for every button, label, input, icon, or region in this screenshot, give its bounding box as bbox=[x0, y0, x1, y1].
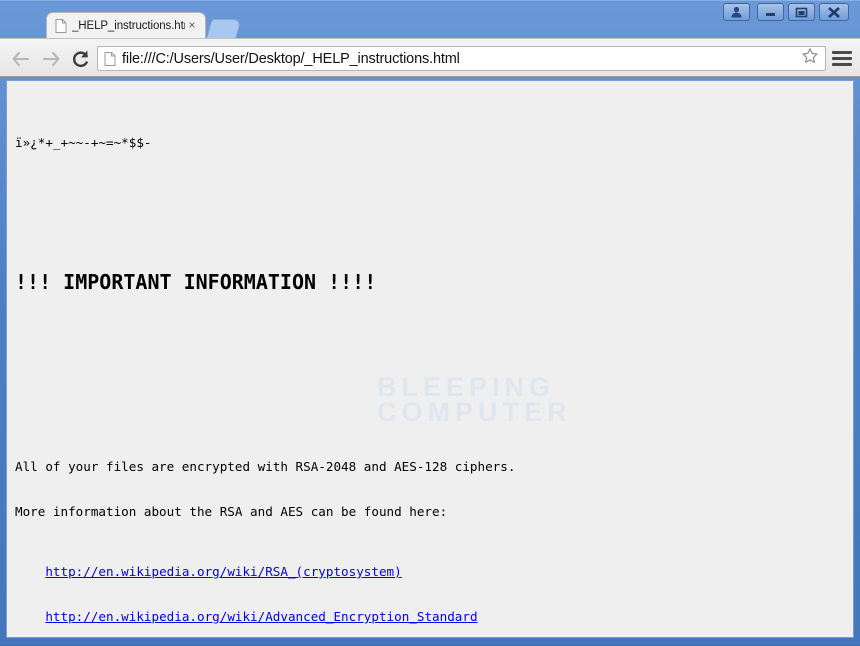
ransom-note-content: ï»¿*+_+~~-+~=~*$$- !!! IMPORTANT INFORMA… bbox=[7, 81, 853, 637]
address-bar[interactable]: file:///C:/Users/User/Desktop/_HELP_inst… bbox=[97, 46, 826, 71]
wiki-link-rsa-row: http://en.wikipedia.org/wiki/RSA_(crypto… bbox=[15, 564, 853, 579]
new-tab-button[interactable] bbox=[206, 19, 242, 38]
browser-tab[interactable]: _HELP_instructions.html × bbox=[46, 12, 206, 38]
tab-close-icon[interactable]: × bbox=[185, 18, 199, 33]
bookmark-star-icon[interactable] bbox=[801, 47, 819, 70]
mojibake-top: ï»¿*+_+~~-+~=~*$$- bbox=[15, 135, 152, 150]
minimize-button[interactable] bbox=[757, 3, 784, 21]
browser-window: _HELP_instructions.html × file:///C:/Use… bbox=[0, 0, 860, 645]
page-viewport: BLEEPING COMPUTER ï»¿*+_+~~-+~=~*$$- !!!… bbox=[6, 80, 854, 638]
address-bar-text[interactable]: file:///C:/Users/User/Desktop/_HELP_inst… bbox=[122, 51, 801, 67]
arrow-right-icon bbox=[42, 51, 60, 67]
user-avatar-button[interactable] bbox=[723, 3, 750, 21]
encryption-notice-line-1: All of your files are encrypted with RSA… bbox=[15, 459, 516, 474]
forward-button[interactable] bbox=[38, 46, 64, 72]
arrow-left-icon bbox=[12, 51, 30, 67]
page-file-icon bbox=[55, 18, 67, 33]
browser-toolbar: file:///C:/Users/User/Desktop/_HELP_inst… bbox=[0, 38, 860, 77]
wiki-link-aes[interactable]: http://en.wikipedia.org/wiki/Advanced_En… bbox=[45, 609, 477, 624]
maximize-button[interactable] bbox=[788, 3, 815, 21]
url-file-icon bbox=[104, 51, 116, 66]
back-button[interactable] bbox=[8, 46, 34, 72]
wiki-link-rsa[interactable]: http://en.wikipedia.org/wiki/RSA_(crypto… bbox=[45, 564, 401, 579]
tab-strip: _HELP_instructions.html × bbox=[0, 1, 860, 38]
reload-button[interactable] bbox=[68, 46, 94, 72]
tab-title: _HELP_instructions.html bbox=[72, 19, 185, 32]
wiki-link-aes-row: http://en.wikipedia.org/wiki/Advanced_En… bbox=[15, 609, 853, 624]
heading-important-information: !!! IMPORTANT INFORMATION !!!! bbox=[15, 270, 377, 294]
chrome-menu-icon[interactable] bbox=[832, 48, 852, 69]
encryption-notice-line-2: More information about the RSA and AES c… bbox=[15, 504, 448, 519]
close-window-button[interactable] bbox=[819, 3, 849, 21]
reload-icon bbox=[73, 50, 89, 68]
